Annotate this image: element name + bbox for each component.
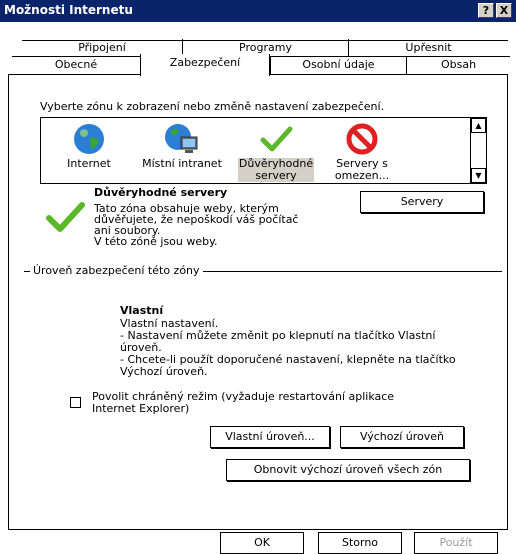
security-level-description: Vlastní nastavení. - Nastavení můžete zm… bbox=[120, 318, 500, 378]
tab-label: Osobní údaje bbox=[302, 58, 375, 71]
button-label: Vlastní úroveň... bbox=[225, 430, 315, 443]
title-bar: Možnosti Internetu ? X bbox=[0, 0, 516, 22]
level-line: - Nastavení můžete změnit po klepnutí na… bbox=[120, 329, 436, 342]
tab-obecne[interactable]: Obecné bbox=[12, 56, 140, 74]
zone-label: Místní intranet bbox=[142, 157, 222, 170]
globe-icon bbox=[74, 124, 104, 154]
tab-zabezpeceni[interactable]: Zabezpečení bbox=[140, 54, 270, 76]
zone-internet[interactable]: Internet bbox=[57, 122, 121, 170]
protected-mode-label[interactable]: Povolit chráněný režim (vyžaduje restart… bbox=[92, 391, 394, 415]
zone-restricted-sites[interactable]: Servery s omezen... bbox=[327, 122, 397, 182]
button-label: OK bbox=[254, 536, 270, 549]
intranet-icon bbox=[165, 124, 198, 153]
tab-upresnit[interactable]: Upřesnit bbox=[348, 39, 508, 57]
security-group-label: Úroveň zabezpečení této zóny bbox=[30, 264, 203, 277]
tab-obsah[interactable]: Obsah bbox=[406, 56, 510, 74]
zone-trusted-sites[interactable]: Důvěryhodné servery bbox=[233, 122, 319, 182]
level-line: Výchozí úroveň. bbox=[120, 365, 208, 378]
zone-intranet[interactable]: Místní intranet bbox=[139, 122, 225, 170]
button-label: Obnovit výchozí úroveň všech zón bbox=[253, 463, 443, 476]
zone-label-selected: Důvěryhodné servery bbox=[237, 158, 315, 182]
zones-prompt: Vyberte zónu k zobrazení nebo změně nast… bbox=[40, 100, 385, 113]
ok-button[interactable]: OK bbox=[220, 532, 304, 554]
restricted-icon bbox=[346, 123, 378, 155]
protected-mode-checkbox[interactable] bbox=[70, 397, 81, 408]
security-level-name: Vlastní bbox=[120, 304, 164, 317]
zone-list: Internet Místní intranet Důvěryhodné ser… bbox=[40, 117, 487, 184]
custom-level-button[interactable]: Vlastní úroveň... bbox=[210, 426, 330, 448]
zone-label-line2: omezen... bbox=[334, 169, 390, 182]
apply-button[interactable]: Použít bbox=[414, 532, 498, 554]
zone-list-scrollbar[interactable]: ▲ ▼ bbox=[470, 118, 486, 183]
cancel-button[interactable]: Storno bbox=[318, 532, 402, 554]
button-label: Servery bbox=[400, 195, 444, 208]
tab-label: Zabezpečení bbox=[169, 56, 241, 69]
servers-button[interactable]: Servery bbox=[360, 191, 484, 213]
close-button[interactable]: X bbox=[496, 3, 512, 18]
tab-label: Obsah bbox=[440, 58, 477, 71]
scroll-up-arrow-icon[interactable]: ▲ bbox=[471, 118, 486, 133]
window-title: Možnosti Internetu bbox=[4, 3, 133, 17]
zone-info-description: Tato zóna obsahuje weby, kterým důvěřuje… bbox=[94, 203, 344, 247]
tab-osobni-udaje[interactable]: Osobní údaje bbox=[270, 56, 406, 74]
scroll-down-arrow-icon[interactable]: ▼ bbox=[471, 168, 486, 183]
zone-info-title: Důvěryhodné servery bbox=[94, 186, 228, 199]
zone-label-line2: servery bbox=[255, 169, 297, 182]
tab-label: Upřesnit bbox=[405, 41, 452, 54]
default-level-button[interactable]: Výchozí úroveň bbox=[340, 426, 464, 448]
help-button[interactable]: ? bbox=[478, 3, 494, 18]
tab-label: Programy bbox=[239, 41, 292, 54]
description-line: V této zóně jsou weby. bbox=[94, 235, 218, 248]
checkmark-icon bbox=[260, 126, 293, 152]
checkbox-label-line: Internet Explorer) bbox=[92, 402, 190, 415]
button-label: Použít bbox=[439, 536, 473, 549]
trusted-checkmark-icon bbox=[46, 202, 85, 232]
tab-label: Obecné bbox=[54, 58, 98, 71]
internet-options-dialog: Možnosti Internetu ? X Připojení Program… bbox=[0, 0, 516, 554]
tab-label: Připojení bbox=[78, 41, 126, 54]
reset-all-zones-button[interactable]: Obnovit výchozí úroveň všech zón bbox=[226, 459, 470, 481]
button-label: Výchozí úroveň bbox=[359, 430, 445, 443]
zone-label: Internet bbox=[67, 157, 111, 170]
button-label: Storno bbox=[341, 536, 379, 549]
